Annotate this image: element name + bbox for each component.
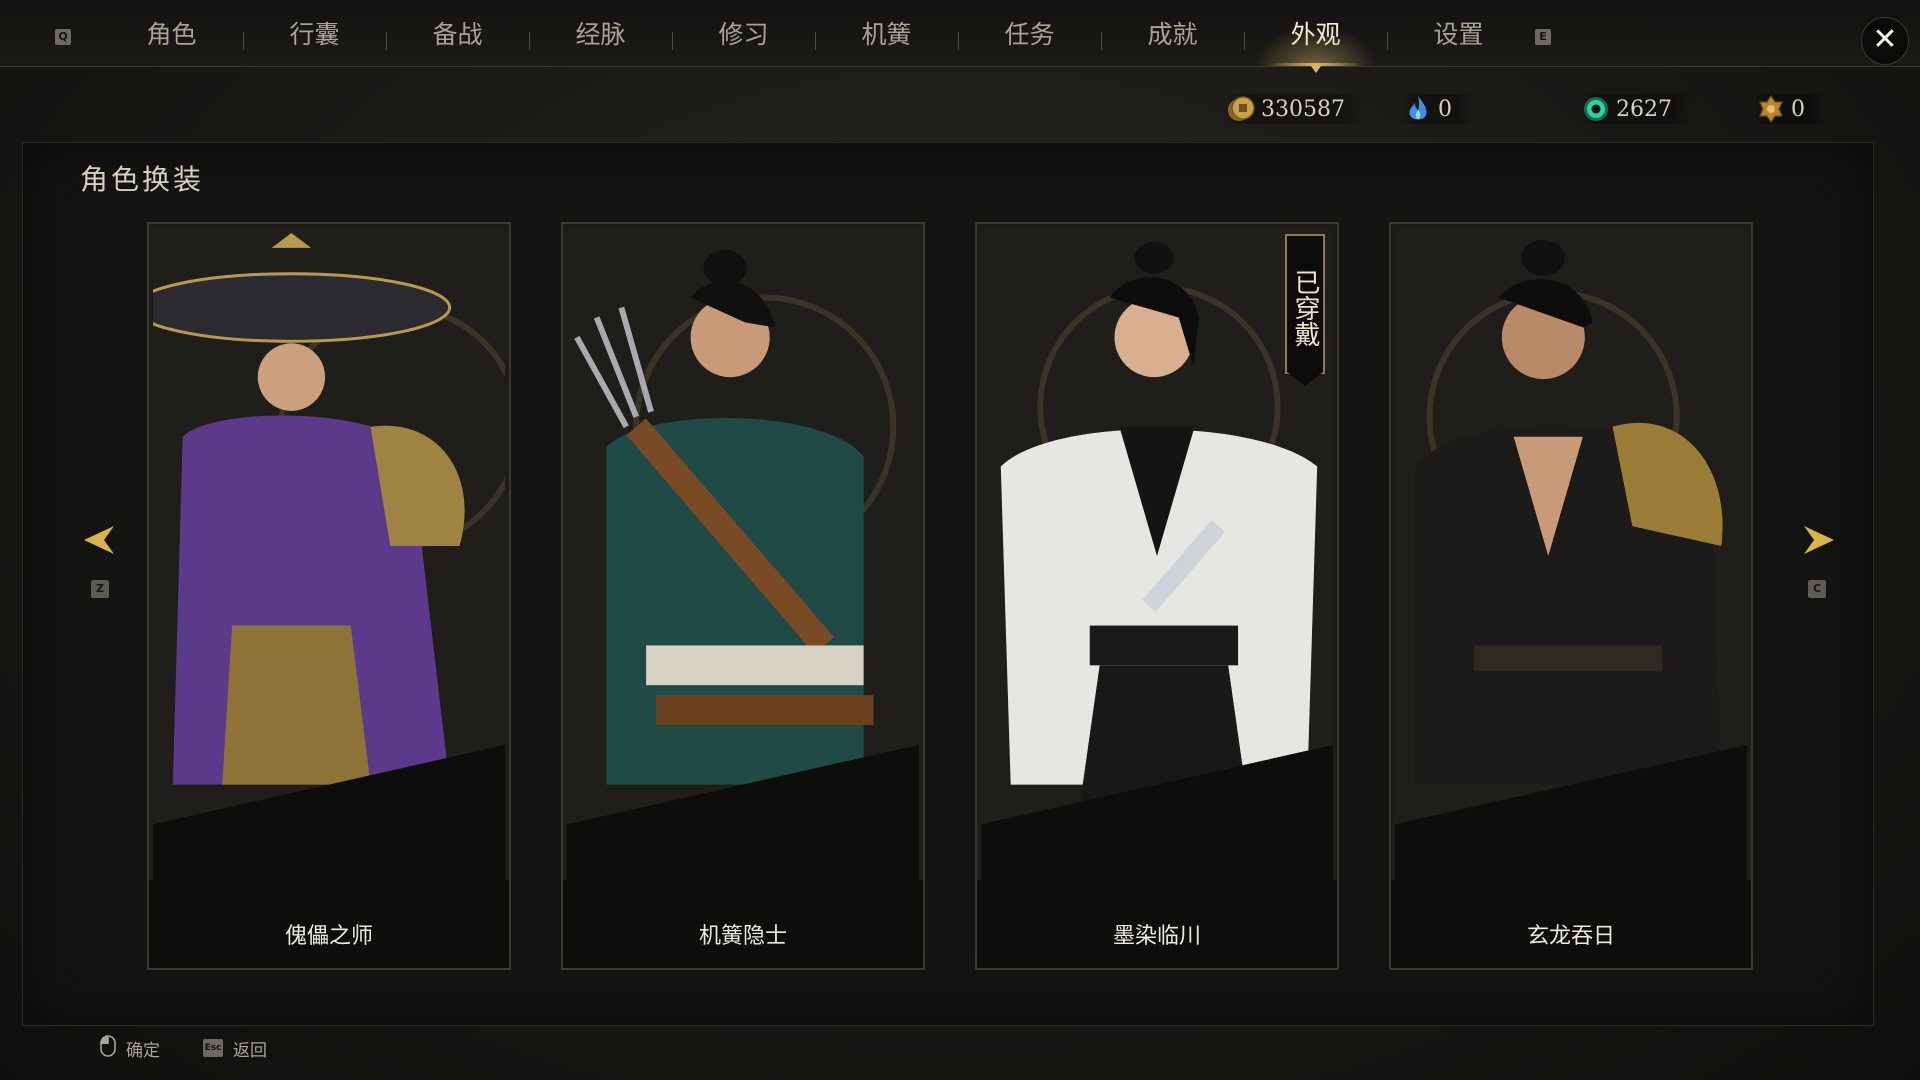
tab-settings[interactable]: 设置 — [1387, 0, 1530, 66]
close-button[interactable]: ✕ — [1861, 17, 1909, 65]
tab-label: 修习 — [718, 20, 769, 49]
currency-jade: 2627 — [1580, 94, 1692, 124]
tab-label: 外观 — [1290, 20, 1341, 49]
tab-character[interactable]: 角色 — [100, 0, 243, 66]
chevron-right-icon — [1804, 526, 1834, 554]
close-icon: ✕ — [1872, 22, 1898, 57]
blue-flame-icon — [1402, 93, 1434, 125]
currency-gold: 0 — [1755, 94, 1825, 124]
tab-label: 备战 — [432, 20, 483, 49]
tab-appearance[interactable]: 外观 — [1244, 0, 1387, 73]
tab-preparation[interactable]: 备战 — [386, 0, 529, 66]
prev-outfit-key-hint[interactable]: Z — [91, 580, 109, 598]
tab-label: 设置 — [1433, 20, 1484, 49]
tab-label: 机簧 — [861, 20, 912, 49]
tab-achievements[interactable]: 成就 — [1101, 0, 1244, 66]
character-portrait — [153, 228, 505, 880]
esc-key-icon: Esc — [203, 1039, 223, 1057]
back-label: 返回 — [233, 1040, 267, 1061]
carousel-next-button[interactable] — [1800, 520, 1840, 560]
tab-label: 任务 — [1004, 20, 1055, 49]
tab-list: 角色 行囊 备战 经脉 修习 机簧 任务 成就 外观 设置 — [100, 0, 1530, 73]
outfit-name: 玄龙吞日 — [1526, 924, 1615, 949]
chevron-left-icon — [84, 526, 114, 554]
outfit-card-mechanism-hermit[interactable]: 机簧隐士 — [561, 222, 925, 970]
tab-quests[interactable]: 任务 — [958, 0, 1101, 66]
gold-token-icon — [1755, 93, 1787, 125]
tab-label: 成就 — [1147, 20, 1198, 49]
tab-meridians[interactable]: 经脉 — [529, 0, 672, 66]
character-portrait — [981, 228, 1333, 880]
prev-tab-key-hint[interactable]: Q — [55, 29, 71, 45]
next-tab-key-hint[interactable]: E — [1535, 29, 1551, 45]
outfit-name: 傀儡之师 — [284, 924, 373, 949]
tab-label: 角色 — [146, 20, 197, 49]
top-nav-bar: Q 角色 行囊 备战 经脉 修习 机簧 任务 成就 外观 设置 E ✕ — [0, 0, 1920, 73]
character-portrait — [1395, 228, 1747, 880]
character-portrait — [567, 228, 919, 880]
outfit-card-ink-stained[interactable]: 已穿戴 墨染临川 — [975, 222, 1339, 970]
copper-coin-icon — [1225, 93, 1257, 125]
tab-mechanisms[interactable]: 机簧 — [815, 0, 958, 66]
jade-ring-icon — [1580, 93, 1612, 125]
mouse-icon — [100, 1034, 116, 1062]
confirm-label: 确定 — [126, 1040, 160, 1061]
currency-value: 330587 — [1261, 96, 1345, 122]
currency-value: 0 — [1438, 96, 1452, 122]
outfit-card-puppet-master[interactable]: 傀儡之师 — [147, 222, 511, 970]
outfit-name: 墨染临川 — [1112, 924, 1201, 949]
tab-label: 行囊 — [289, 20, 340, 49]
panel-title: 角色换装 — [80, 163, 205, 196]
outfit-name: 机簧隐士 — [698, 924, 787, 949]
back-hint[interactable]: Esc 返回 — [203, 1036, 267, 1061]
currency-copper: 330587 — [1225, 94, 1365, 124]
currency-value: 0 — [1791, 96, 1805, 122]
carousel-prev-button[interactable] — [78, 520, 118, 560]
tab-inventory[interactable]: 行囊 — [243, 0, 386, 66]
tab-training[interactable]: 修习 — [672, 0, 815, 66]
next-outfit-key-hint[interactable]: C — [1808, 580, 1826, 598]
currency-value: 2627 — [1616, 96, 1672, 122]
equipped-badge: 已穿戴 — [1285, 234, 1325, 386]
tab-label: 经脉 — [575, 20, 626, 49]
outfit-card-dark-dragon[interactable]: 玄龙吞日 — [1389, 222, 1753, 970]
currency-flame: 0 — [1402, 94, 1472, 124]
confirm-hint[interactable]: 确定 — [100, 1034, 160, 1062]
